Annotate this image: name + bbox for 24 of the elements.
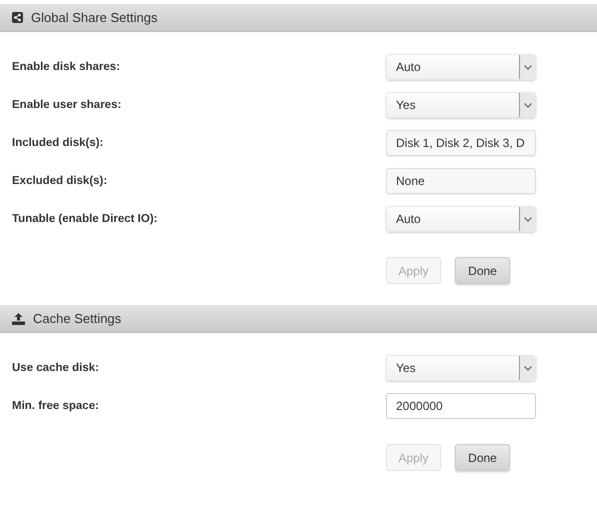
dropdown[interactable]: Auto [386,54,536,80]
action-button[interactable]: Done [455,444,510,471]
share-icon [12,12,23,23]
section-title: Cache Settings [33,311,122,326]
dropdown[interactable]: Yes [386,355,536,381]
action-button[interactable]: Done [455,257,510,284]
disk-list-field[interactable]: Disk 1, Disk 2, Disk 3, D [386,130,536,156]
section-title: Global Share Settings [31,10,158,25]
dropdown[interactable]: Auto [386,206,536,232]
chevron-down-icon [519,356,535,380]
chevron-down-icon [519,207,535,231]
upload-icon [12,312,25,324]
input-field[interactable]: 2000000 [386,393,536,419]
field-label: Excluded disk(s): [11,175,108,187]
field-label: Enable disk shares: [11,61,122,73]
dropdown[interactable]: Yes [386,92,536,118]
chevron-down-icon [519,93,535,117]
field-label: Enable user shares: [11,99,122,111]
field-label: Tunable (enable Direct IO): [11,213,158,225]
field-label: Min. free space: [11,400,100,412]
chevron-down-icon [519,55,535,79]
field-label: Included disk(s): [11,137,104,149]
disk-list-field[interactable]: None [386,168,536,194]
field-label: Use cache disk: [11,362,100,374]
